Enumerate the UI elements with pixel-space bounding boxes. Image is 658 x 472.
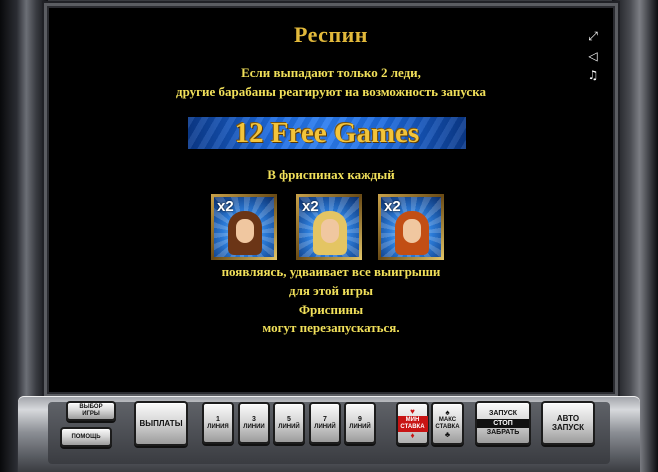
line-count: 9 xyxy=(358,415,362,423)
auto-label-1: АВТО xyxy=(556,414,580,423)
min-bet-label: МИН СТАВКА xyxy=(397,415,428,432)
line-label: ЛИНИЙ xyxy=(314,423,336,430)
select-game-label-2: ИГРЫ xyxy=(82,411,100,417)
multiplier-label: x2 xyxy=(217,198,234,215)
line-count: 5 xyxy=(287,415,291,423)
start-label: ЗАПУСК xyxy=(488,409,518,417)
face-shape xyxy=(403,219,421,243)
select-game-label-1: ВЫБОР xyxy=(79,404,103,410)
music-icon[interactable]: ♫ xyxy=(586,68,600,82)
max-bet-label-1: МАКС xyxy=(438,416,457,423)
sound-icon[interactable]: ◁ xyxy=(586,49,600,63)
help-title: Респин xyxy=(294,22,368,47)
lady-symbol-redhead: x2 xyxy=(378,194,444,260)
face-shape xyxy=(321,219,339,243)
line-label: ЛИНИЙ xyxy=(278,423,300,430)
min-bet-label-1: МИН xyxy=(405,416,420,423)
fullscreen-icon[interactable]: ⤢ xyxy=(586,29,600,43)
line-label: ЛИНИЯ xyxy=(207,423,229,430)
help-text-line-6: Фриспины xyxy=(298,302,364,317)
spade-icon: ♠ xyxy=(445,407,450,417)
payouts-button[interactable]: ВЫПЛАТЫ xyxy=(134,401,188,446)
stop-label: СТОП xyxy=(477,418,529,428)
heart-icon: ♥ xyxy=(410,406,415,416)
line-button-1[interactable]: 1 ЛИНИЯ xyxy=(202,402,234,444)
line-count: 3 xyxy=(252,415,256,423)
line-count: 1 xyxy=(216,415,220,423)
help-text-line-2: другие барабаны реагируют на возможность… xyxy=(176,84,486,99)
min-bet-button[interactable]: ♥ МИН СТАВКА ♦ xyxy=(396,402,429,445)
help-text-line-4: появляясь, удваивает все выигрыши xyxy=(221,264,441,279)
auto-label-2: ЗАПУСК xyxy=(551,423,585,432)
line-button-3[interactable]: 3 ЛИНИИ xyxy=(238,402,270,444)
help-text-line-5: для этой игры xyxy=(289,283,373,298)
help-text-line-1: Если выпадают только 2 леди, xyxy=(241,65,421,80)
help-label: ПОМОЩЬ xyxy=(71,433,101,440)
line-button-5[interactable]: 5 ЛИНИЙ xyxy=(273,402,305,444)
start-stop-collect-button[interactable]: ЗАПУСК СТОП ЗАБРАТЬ xyxy=(475,401,531,445)
multiplier-label: x2 xyxy=(384,198,401,215)
payouts-label: ВЫПЛАТЫ xyxy=(139,419,183,428)
collect-label: ЗАБРАТЬ xyxy=(486,428,520,436)
line-count: 7 xyxy=(323,415,327,423)
line-label: ЛИНИЙ xyxy=(349,423,371,430)
max-bet-button[interactable]: ♠ МАКС СТАВКА ♣ xyxy=(431,402,464,445)
multiplier-label: x2 xyxy=(302,198,319,215)
lady-symbol-blonde: x2 xyxy=(296,194,362,260)
line-button-9[interactable]: 9 ЛИНИЙ xyxy=(344,402,376,444)
lady-symbol-brunette: x2 xyxy=(211,194,277,260)
free-games-banner: 12 Free Games xyxy=(188,117,466,149)
help-screen: Респин Если выпадают только 2 леди, друг… xyxy=(47,6,615,394)
line-label: ЛИНИИ xyxy=(243,423,265,430)
min-bet-label-2: СТАВКА xyxy=(400,423,425,430)
select-game-button[interactable]: ВЫБОР ИГРЫ xyxy=(66,401,116,421)
free-games-banner-text: 12 Free Games xyxy=(234,117,420,149)
help-button[interactable]: ПОМОЩЬ xyxy=(60,427,112,447)
club-icon: ♣ xyxy=(444,429,451,439)
auto-start-button[interactable]: АВТО ЗАПУСК xyxy=(541,401,595,445)
line-button-7[interactable]: 7 ЛИНИЙ xyxy=(309,402,341,444)
face-shape xyxy=(236,219,254,243)
help-text-line-3: В фриспинах каждый xyxy=(267,167,395,182)
help-text-line-7: могут перезапускаться. xyxy=(262,320,400,335)
diamond-icon: ♦ xyxy=(410,430,415,440)
